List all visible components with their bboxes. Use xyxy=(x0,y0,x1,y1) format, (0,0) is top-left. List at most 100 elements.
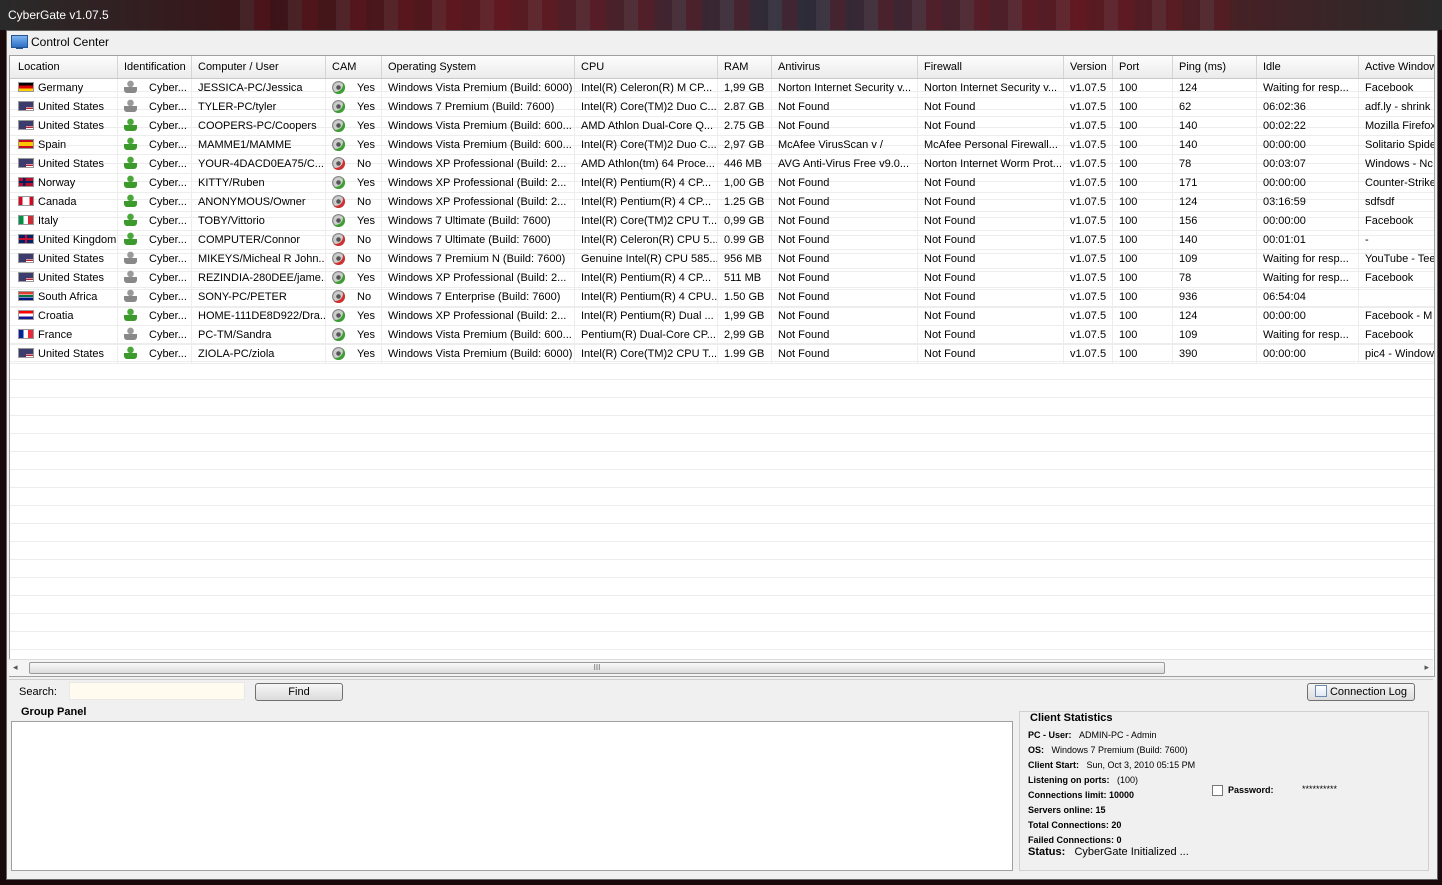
cell-text: Windows 7 Ultimate (Build: 7600) xyxy=(388,215,551,227)
column-header-version[interactable]: Version xyxy=(1064,56,1113,78)
cell-fw: Not Found xyxy=(918,212,1064,230)
cell-text: 390 xyxy=(1179,348,1198,360)
cell-ping: 78 xyxy=(1173,269,1257,287)
cell-text: v1.07.5 xyxy=(1070,158,1107,170)
table-row[interactable]: Canada Cyber... ANONYMOUS/Owner No Windows X… xyxy=(10,193,1434,212)
column-header-cpu[interactable]: CPU xyxy=(575,56,718,78)
cell-cpu: Intel(R) Celeron(R) M CP... xyxy=(575,79,718,97)
cell-active: Facebook xyxy=(1359,79,1434,97)
stat-os: OS: Windows 7 Premium (Build: 7600) xyxy=(1028,745,1188,755)
cell-text: 100 xyxy=(1119,272,1138,284)
cell-os: Windows Vista Premium (Build: 600... xyxy=(382,326,575,344)
cell-text: 1.50 GB xyxy=(724,291,765,303)
table-row[interactable]: Italy Cyber... TOBY/Vittorio Yes Windows 7 U… xyxy=(10,212,1434,231)
cell-cpu: Intel(R) Core(TM)2 Duo C... xyxy=(575,98,718,116)
scroll-right-arrow-icon[interactable]: ▸ xyxy=(1424,662,1429,673)
table-row[interactable]: United States Cyber... COOPERS-PC/Coopers Y… xyxy=(10,117,1434,136)
connection-log-button[interactable]: Connection Log xyxy=(1307,683,1415,701)
cell-text: 2,99 GB xyxy=(724,329,765,341)
cell-text: 100 xyxy=(1119,101,1138,113)
cell-cpu: Intel(R) Pentium(R) 4 CPU... xyxy=(575,288,718,306)
find-button[interactable]: Find xyxy=(255,683,343,701)
cell-active: Facebook xyxy=(1359,326,1434,344)
scrollbar-thumb[interactable]: III xyxy=(29,662,1165,674)
cell-os: Windows 7 Ultimate (Build: 7600) xyxy=(382,212,575,230)
scroll-left-arrow-icon[interactable]: ◂ xyxy=(13,662,18,673)
table-row[interactable]: United States Cyber... TYLER-PC/tyler Yes Wi… xyxy=(10,98,1434,117)
column-header-antivirus[interactable]: Antivirus xyxy=(772,56,918,78)
cell-fw: Not Found xyxy=(918,231,1064,249)
flag-usa-icon xyxy=(18,348,34,358)
cell-active: Facebook - M xyxy=(1359,307,1434,325)
cell-av: Not Found xyxy=(772,326,918,344)
cell-text: Not Found xyxy=(778,196,830,208)
group-panel-list[interactable] xyxy=(11,721,1013,871)
cell-location: Spain xyxy=(12,136,118,154)
column-header-idle[interactable]: Idle xyxy=(1257,56,1359,78)
cell-text: Cyber... xyxy=(149,158,187,170)
table-row[interactable]: United States Cyber... ZIOLA-PC/ziola Yes Wi… xyxy=(10,345,1434,364)
table-row[interactable]: United States Cyber... MIKEYS/Micheal R Jo… xyxy=(10,250,1434,269)
cell-text: ZIOLA-PC/ziola xyxy=(198,348,275,360)
column-header-firewall[interactable]: Firewall xyxy=(918,56,1064,78)
stat-client-start: Client Start: Sun, Oct 3, 2010 05:15 PM xyxy=(1028,760,1196,770)
flag-usa-icon xyxy=(18,253,34,263)
cell-idle: 00:01:01 xyxy=(1257,231,1359,249)
table-row[interactable]: Croatia Cyber... HOME-111DE8D922/Dra... Yes… xyxy=(10,307,1434,326)
cell-text: v1.07.5 xyxy=(1070,101,1107,113)
cell-text: No xyxy=(357,234,372,246)
table-row[interactable]: United Kingdom Cyber... COMPUTER/Connor No W… xyxy=(10,231,1434,250)
cell-text: Windows 7 Premium N (Build: 7600) xyxy=(388,253,566,265)
horizontal-scrollbar[interactable]: ◂ III ▸ xyxy=(9,659,1433,676)
search-input[interactable] xyxy=(69,682,245,700)
cell-text: AMD Athlon Dual-Core Q... xyxy=(581,120,714,132)
flag-croatia-icon xyxy=(18,310,34,320)
client-list[interactable]: Location Identification Computer / User CAM… xyxy=(9,55,1435,677)
cell-text: Not Found xyxy=(778,348,830,360)
table-row[interactable]: United States Cyber... YOUR-4DACD0EA75/C..… xyxy=(10,155,1434,174)
column-header-ram[interactable]: RAM xyxy=(718,56,772,78)
cell-text: Windows Vista Premium (Build: 600... xyxy=(388,120,572,132)
cell-text: Windows Vista Premium (Build: 6000) xyxy=(388,348,573,360)
cell-active: pic4 - Window xyxy=(1359,345,1434,363)
cell-cpu: Intel(R) Pentium(R) 4 CP... xyxy=(575,174,718,192)
cell-av: Not Found xyxy=(772,98,918,116)
cell-text: SONY-PC/PETER xyxy=(198,291,287,303)
cell-text: Cyber... xyxy=(149,253,187,265)
cell-active: YouTube - Tee xyxy=(1359,250,1434,268)
table-row[interactable]: Spain Cyber... MAMME1/MAMME Yes Windows Vist… xyxy=(10,136,1434,155)
column-header-cam[interactable]: CAM xyxy=(326,56,382,78)
cell-text: Not Found xyxy=(924,234,976,246)
column-header-active-window[interactable]: Active Window xyxy=(1359,56,1434,78)
column-header-operating-system[interactable]: Operating System xyxy=(382,56,575,78)
cell-text: 100 xyxy=(1119,310,1138,322)
column-header-identification[interactable]: Identification xyxy=(118,56,192,78)
cell-av: Not Found xyxy=(772,212,918,230)
table-row[interactable]: Norway Cyber... KITTY/Ruben Yes Windows XP P… xyxy=(10,174,1434,193)
cell-cpu: Intel(R) Pentium(R) 4 CP... xyxy=(575,193,718,211)
cell-os: Windows XP Professional (Build: 2... xyxy=(382,193,575,211)
column-header-location[interactable]: Location xyxy=(12,56,118,78)
title-bar[interactable]: CyberGate v1.07.5 xyxy=(0,0,1442,30)
column-header-ping-ms[interactable]: Ping (ms) xyxy=(1173,56,1257,78)
cell-ping: 109 xyxy=(1173,250,1257,268)
column-header-computer-user[interactable]: Computer / User xyxy=(192,56,326,78)
cell-text: Solitario Spide xyxy=(1365,139,1435,151)
cell-text: 171 xyxy=(1179,177,1198,189)
cell-ver: v1.07.5 xyxy=(1064,250,1113,268)
cell-text: No xyxy=(357,253,372,265)
cell-text: Intel(R) Pentium(R) 4 CP... xyxy=(581,177,712,189)
status-line: Status: CyberGate Initialized ... xyxy=(1028,846,1189,858)
table-row[interactable]: United States Cyber... REZINDIA-280DEE/jam… xyxy=(10,269,1434,288)
webcam-icon xyxy=(332,81,345,94)
cell-text: v1.07.5 xyxy=(1070,215,1107,227)
cell-ping: 124 xyxy=(1173,307,1257,325)
webcam-icon xyxy=(332,309,345,322)
table-row[interactable]: South Africa Cyber... SONY-PC/PETER No Windo… xyxy=(10,288,1434,307)
cell-fw: Norton Internet Worm Prot... xyxy=(918,155,1064,173)
table-row[interactable]: France Cyber... PC-TM/Sandra Yes Windows Vis… xyxy=(10,326,1434,345)
column-header-port[interactable]: Port xyxy=(1113,56,1173,78)
table-row[interactable]: Germany Cyber... JESSICA-PC/Jessica Yes Wind… xyxy=(10,79,1434,98)
cell-text: Not Found xyxy=(778,215,830,227)
password-checkbox[interactable] xyxy=(1212,785,1223,796)
